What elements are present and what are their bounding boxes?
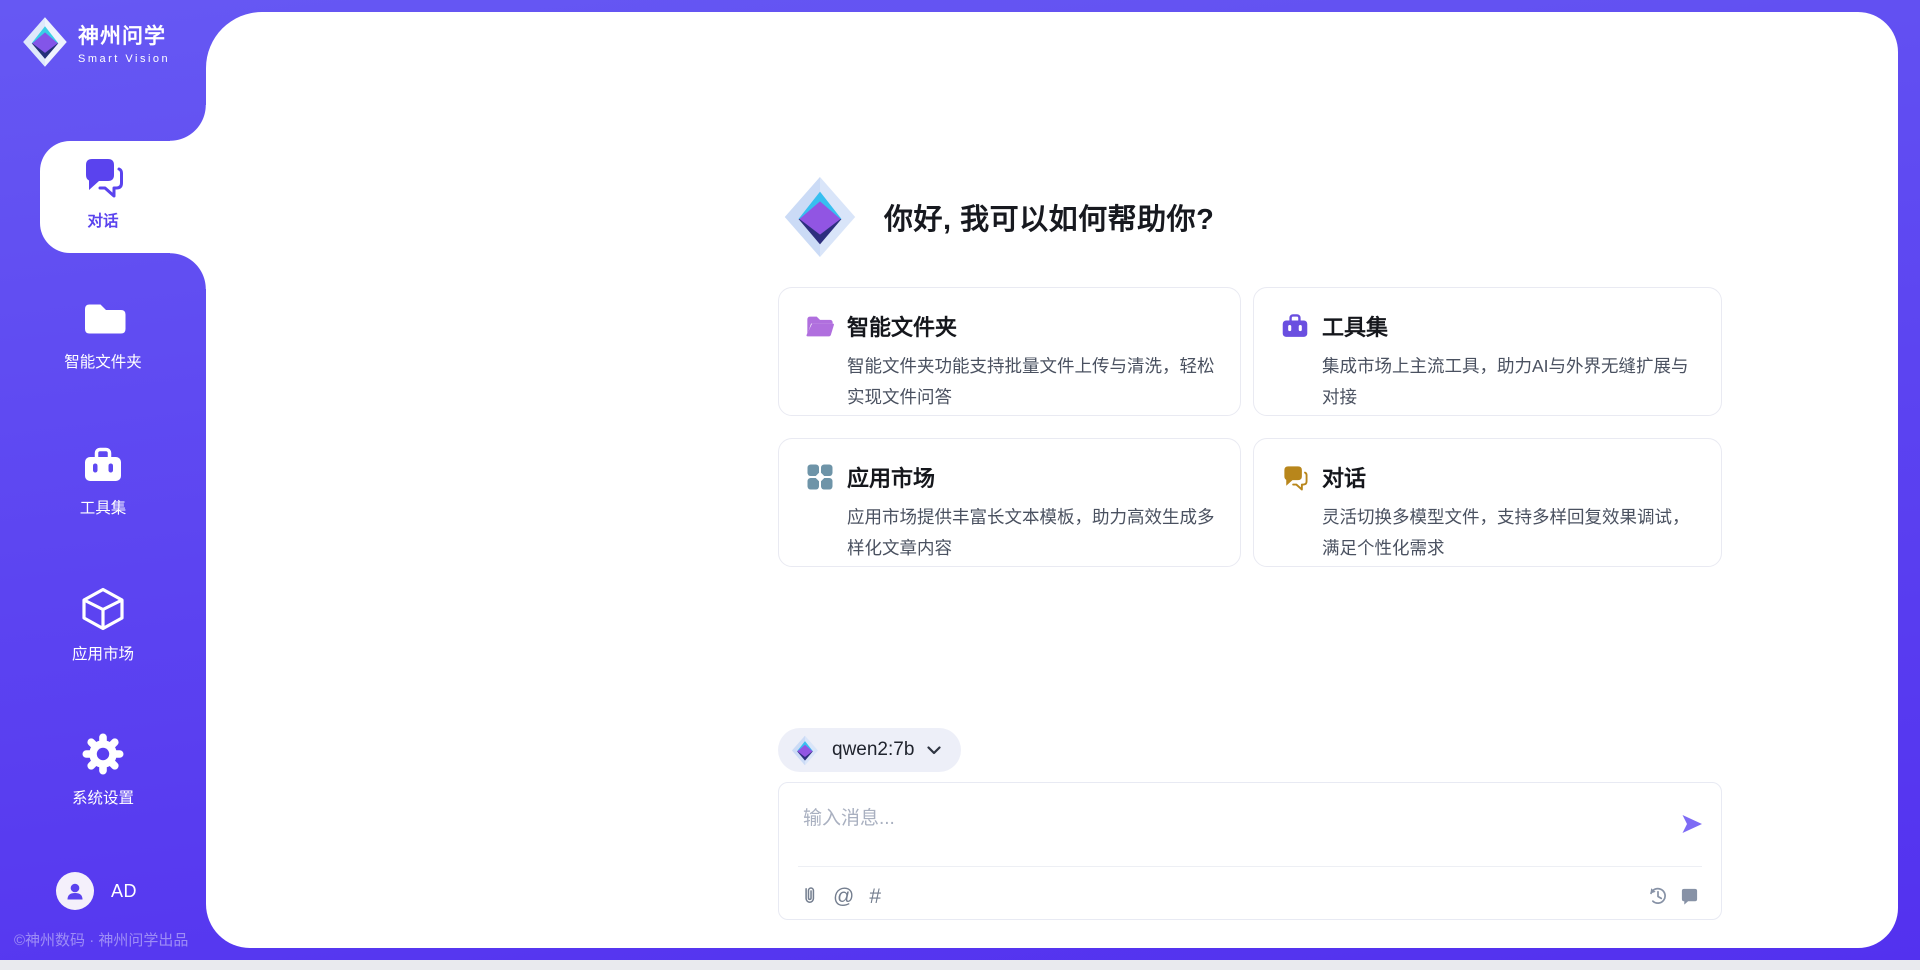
- sidebar-item-smart-folder[interactable]: 智能文件夹: [0, 295, 206, 372]
- diamond-gem-icon: [791, 735, 819, 766]
- user-account[interactable]: AD: [56, 872, 137, 910]
- comment-button[interactable]: [1680, 887, 1699, 906]
- avatar: [56, 872, 94, 910]
- paperclip-icon: [801, 885, 818, 907]
- feature-cards: 智能文件夹 智能文件夹功能支持批量文件上传与清洗，轻松实现文件问答: [778, 287, 1722, 567]
- cube-icon: [79, 585, 127, 633]
- folder-icon: [80, 295, 126, 341]
- send-button[interactable]: [1679, 811, 1705, 837]
- sidebar-item-toolset[interactable]: 工具集: [0, 443, 206, 518]
- card-title: 应用市场: [847, 461, 935, 493]
- sidebar-item-settings[interactable]: 系统设置: [0, 731, 206, 808]
- chat-bubbles-icon: [79, 152, 127, 200]
- history-button[interactable]: [1647, 885, 1669, 907]
- sidebar-item-label: 应用市场: [72, 642, 134, 664]
- mention-button[interactable]: @: [833, 886, 854, 907]
- card-description: 应用市场提供丰富长文本模板，助力高效生成多样化文章内容: [847, 502, 1229, 564]
- app-window: 神州问学 Smart Vision 对话 智能文件夹: [0, 0, 1920, 960]
- chevron-down-icon: [927, 746, 941, 755]
- sidebar-item-label: 对话: [87, 209, 118, 231]
- brand-text: 神州问学 Smart Vision: [78, 20, 170, 65]
- gear-icon: [80, 731, 126, 777]
- composer-toolbar: @ #: [801, 879, 1699, 913]
- greeting-section: 你好, 我可以如何帮助你?: [782, 175, 1214, 259]
- sidebar-item-label: 智能文件夹: [64, 350, 142, 372]
- brand[interactable]: 神州问学 Smart Vision: [22, 16, 170, 68]
- main-panel: 你好, 我可以如何帮助你? 智能文件夹 智能文件夹功能支持批量文件上传与清洗，轻…: [206, 12, 1898, 948]
- card-title: 工具集: [1322, 310, 1388, 342]
- card-description: 智能文件夹功能支持批量文件上传与清洗，轻松实现文件问答: [847, 351, 1229, 413]
- card-chat[interactable]: 对话 灵活切换多模型文件，支持多样回复效果调试，满足个性化需求: [1253, 438, 1722, 567]
- comment-icon: [1680, 887, 1699, 906]
- card-title: 智能文件夹: [847, 310, 957, 342]
- card-smart-folder[interactable]: 智能文件夹 智能文件夹功能支持批量文件上传与清洗，轻松实现文件问答: [778, 287, 1241, 416]
- briefcase-icon: [81, 443, 125, 487]
- sidebar-item-app-market[interactable]: 应用市场: [0, 585, 206, 664]
- composer-divider: [798, 866, 1702, 867]
- send-icon: [1679, 811, 1705, 837]
- at-icon: @: [833, 886, 854, 907]
- brand-subtitle: Smart Vision: [78, 53, 170, 65]
- briefcase-icon: [1280, 311, 1310, 341]
- model-selector[interactable]: qwen2:7b: [778, 728, 961, 772]
- message-composer: @ #: [778, 782, 1722, 920]
- sidebar-item-label: 工具集: [80, 496, 127, 518]
- brand-name: 神州问学: [78, 20, 170, 50]
- greeting-title: 你好, 我可以如何帮助你?: [884, 196, 1214, 238]
- diamond-gem-icon: [782, 175, 858, 259]
- history-icon: [1647, 885, 1669, 907]
- sidebar-item-label: 系统设置: [72, 786, 134, 808]
- card-description: 集成市场上主流工具，助力AI与外界无缝扩展与对接: [1322, 351, 1704, 413]
- sidebar-item-chat[interactable]: 对话: [0, 152, 206, 231]
- chat-bubbles-icon: [1280, 462, 1310, 492]
- card-toolset[interactable]: 工具集 集成市场上主流工具，助力AI与外界无缝扩展与对接: [1253, 287, 1722, 416]
- topic-button[interactable]: #: [869, 886, 881, 907]
- attach-file-button[interactable]: [801, 885, 818, 907]
- message-input[interactable]: [779, 783, 1639, 861]
- card-title: 对话: [1322, 461, 1366, 493]
- brand-diamond-icon: [22, 16, 68, 68]
- card-description: 灵活切换多模型文件，支持多样回复效果调试，满足个性化需求: [1322, 502, 1704, 564]
- grid-market-icon: [805, 462, 835, 492]
- card-app-market[interactable]: 应用市场 应用市场提供丰富长文本模板，助力高效生成多样化文章内容: [778, 438, 1241, 567]
- person-icon: [65, 881, 85, 901]
- model-name: qwen2:7b: [832, 739, 914, 761]
- folder-open-icon: [805, 311, 835, 341]
- user-name: AD: [111, 881, 137, 902]
- copyright-footer: ©神州数码 · 神州问学出品: [14, 929, 188, 950]
- hash-icon: #: [869, 886, 881, 907]
